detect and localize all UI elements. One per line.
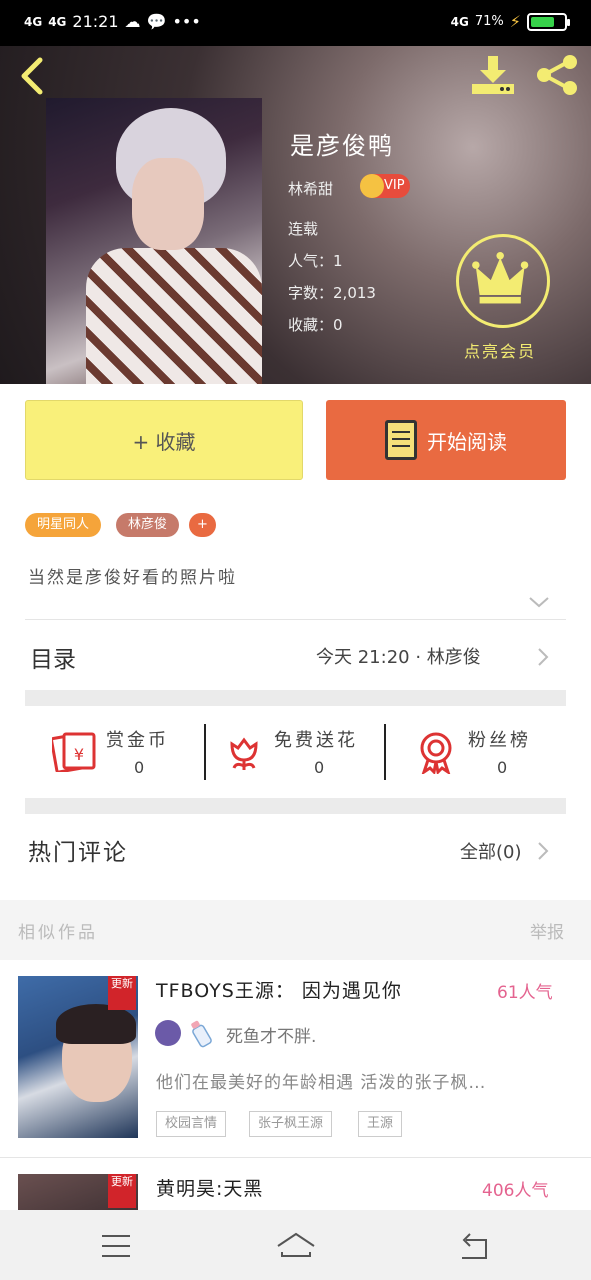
popularity-row: 人气：1 [288,252,343,270]
section-separator [25,690,566,706]
crown-icon [360,174,384,198]
work-title[interactable]: TFBOYS王源： 因为遇见你 [156,976,402,1003]
word-count-row: 字数：2,013 [288,284,376,302]
catalog-latest-update[interactable]: 今天 21:20 · 林彦俊 [316,643,481,669]
share-icon[interactable] [532,54,582,96]
favorites-row: 收藏：0 [288,316,343,334]
divider [25,619,566,620]
chevron-down-icon[interactable] [528,594,550,610]
hot-comments-title: 热门评论 [28,840,128,866]
book-header: 是彦俊鸭 林希甜 VIP 连载 人气：1 字数：2,013 收藏：0 点亮会员 [0,46,591,384]
baby-bottle-icon [191,1020,212,1048]
red-envelope-icon: ¥ [52,732,96,772]
work-tag[interactable]: 王源 [358,1111,403,1137]
tag-chip[interactable]: 林彦俊 [116,513,180,537]
list-item[interactable]: 更新 黄明昊:天黑 406人气 [0,1158,591,1210]
back-icon[interactable] [456,1226,496,1266]
serial-status: 连载 [288,220,319,238]
book-cover [46,98,262,384]
work-popularity: 406人气 [482,1181,549,1201]
work-author: 死鱼才不胖. [226,1027,317,1047]
charging-icon: ⚡ [509,12,521,31]
download-icon[interactable] [468,54,518,96]
new-badge: 更新 [108,976,136,1010]
book-title: 是彦俊鸭 [290,132,394,160]
report-link[interactable]: 举报 [530,918,564,943]
work-cover: 更新 [18,1174,138,1210]
all-comments-link[interactable]: 全部(0) [460,838,522,864]
menu-icon[interactable] [96,1226,136,1266]
chat-icon: 💬 [146,12,167,31]
new-badge: 更新 [108,1174,136,1208]
avatar [155,1020,181,1046]
similar-works-title: 相似作品 [18,923,98,943]
crown-icon [472,251,529,304]
svg-text:¥: ¥ [74,745,84,764]
work-cover: 更新 [18,976,138,1138]
battery-icon [527,12,570,31]
reward-coins-button[interactable]: ¥ 赏金币 0 [52,724,202,780]
work-tag[interactable]: 校园言情 [156,1111,227,1137]
author-name[interactable]: 林希甜 [288,178,333,199]
battery-percent: 71% [474,14,504,29]
system-nav-bar [0,1210,591,1280]
status-bar: 4G 4G 21:21 ☁ 💬 ••• 4G 71% ⚡ [0,0,591,46]
work-title[interactable]: 黄明昊:天黑 [156,1174,263,1201]
vip-badge: VIP [360,174,410,198]
book-description: 当然是彦俊好看的照片啦 [28,568,237,588]
signal-icon: 4G [450,14,469,29]
tag-chip[interactable]: 明星同人 [25,513,102,537]
divider [204,724,206,780]
book-icon [385,420,417,460]
add-tag-button[interactable]: + [189,513,216,537]
clock: 21:21 [72,12,119,31]
more-dots: ••• [172,12,201,31]
member-label[interactable]: 点亮会员 [464,338,536,362]
signal-icon: 4G [48,14,67,29]
free-flower-button[interactable]: 免费送花 0 [224,724,374,780]
chevron-right-icon[interactable] [536,646,550,668]
list-item[interactable]: 更新 TFBOYS王源： 因为遇见你 61人气 死鱼才不胖. 他们在最美好的年龄… [0,960,591,1156]
member-crown-button[interactable] [456,234,550,328]
work-summary: 他们在最美好的年龄相遇 活泼的张子枫… [156,1073,487,1093]
home-icon[interactable] [276,1226,316,1266]
back-arrow-icon[interactable] [14,56,50,96]
divider [384,724,386,780]
signal-icon: 4G [24,14,43,29]
catalog-title[interactable]: 目录 [30,640,76,674]
chevron-right-icon[interactable] [536,840,550,862]
work-tag[interactable]: 张子枫王源 [249,1111,333,1137]
start-reading-button[interactable]: 开始阅读 [326,400,566,480]
flower-icon [230,737,258,770]
fan-ranking-button[interactable]: 粉丝榜 0 [416,724,566,780]
cloud-icon: ☁ [124,12,141,31]
section-separator [25,798,566,814]
medal-icon [420,732,452,774]
collect-button[interactable]: + 收藏 [25,400,303,480]
work-popularity: 61人气 [497,983,553,1003]
